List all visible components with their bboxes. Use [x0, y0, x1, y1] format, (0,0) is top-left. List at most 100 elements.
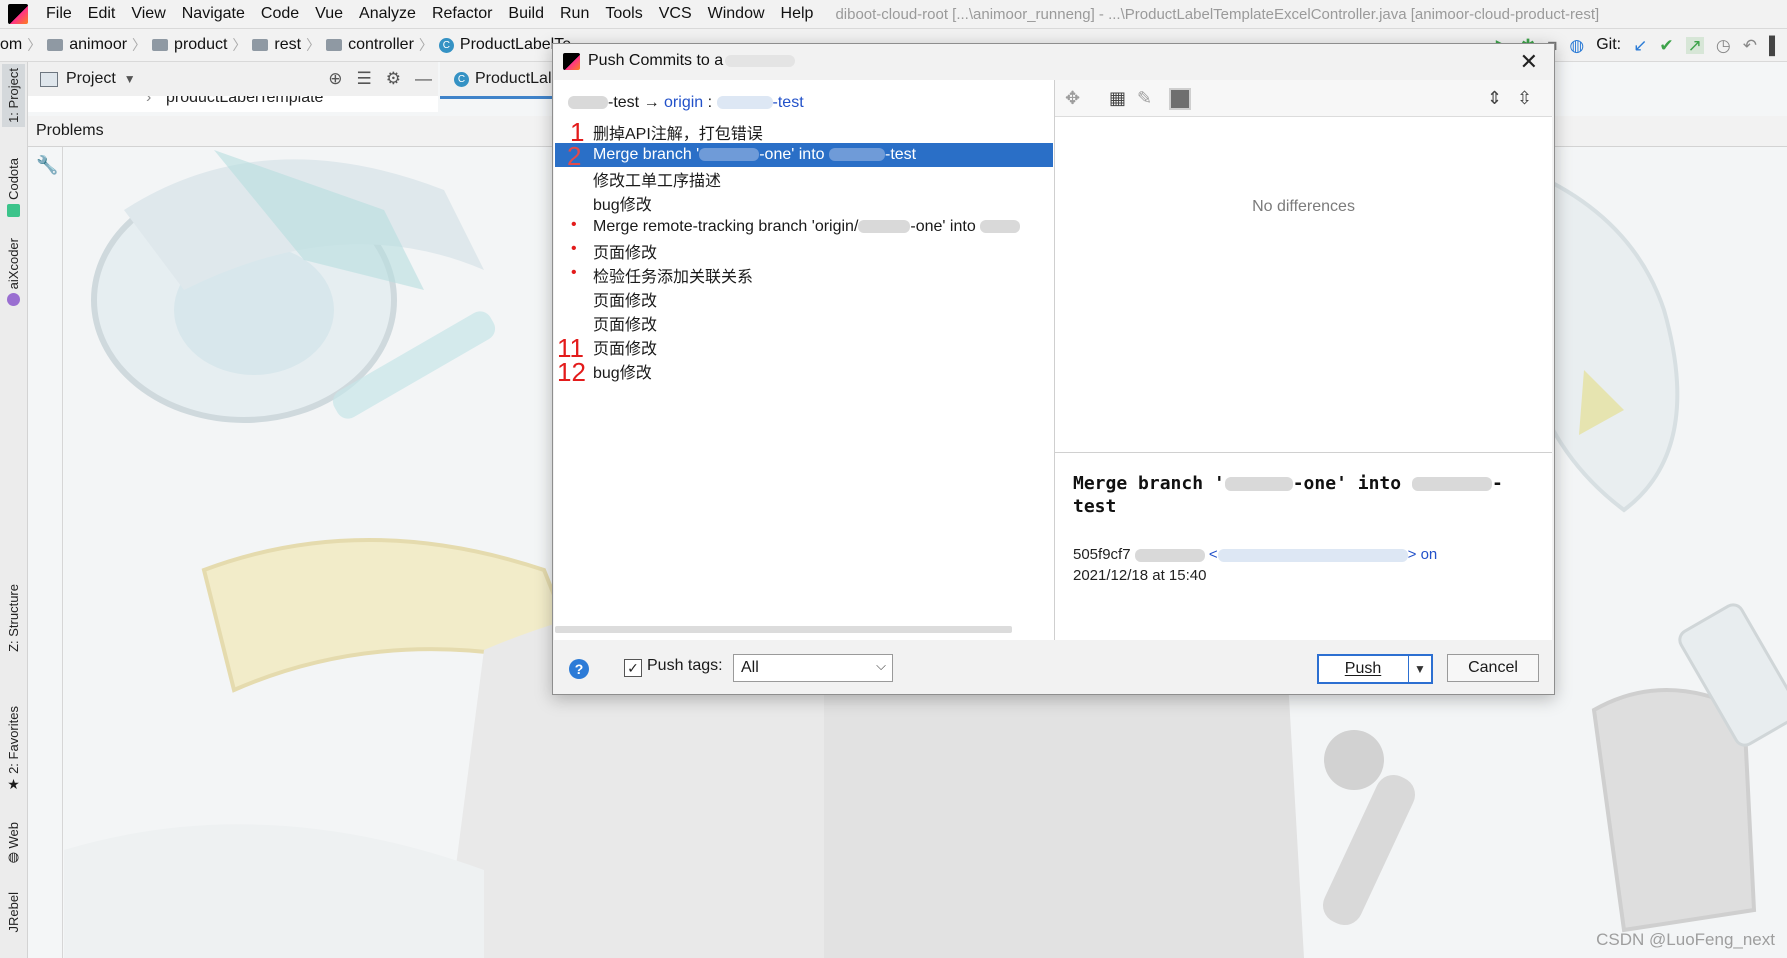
update-project-icon[interactable]: ↙ [1633, 37, 1647, 54]
locate-icon[interactable]: ⊕ [328, 69, 342, 89]
group-by-icon[interactable]: ▦ [1109, 88, 1126, 109]
tool-tab-project[interactable]: 1: Project [2, 64, 25, 127]
watermark: CSDN @LuoFeng_next [1596, 930, 1775, 949]
branch-mapping[interactable]: -test → origin : -test [568, 94, 804, 112]
commit-row[interactable]: bug修改 [555, 191, 1053, 215]
redacted-text [716, 96, 773, 110]
rollback-icon[interactable]: ↶ [1743, 37, 1757, 54]
commit-row[interactable]: 页面修改 [555, 335, 1053, 359]
folder-icon [326, 39, 343, 51]
expand-icon[interactable]: ✥ [1065, 88, 1080, 109]
history-icon[interactable]: ◷ [1716, 37, 1731, 54]
chevron-down-icon[interactable]: ▼ [124, 72, 136, 86]
tool-tab-codota[interactable]: Codota [2, 158, 25, 217]
wrench-icon[interactable]: 🔧 [36, 155, 58, 176]
commit-row[interactable]: • Merge remote-tracking branch 'origin/-… [555, 215, 1053, 239]
collapse-all-icon[interactable]: ⇳ [1517, 88, 1532, 109]
no-differences-text: No differences [1252, 198, 1355, 215]
menu-view[interactable]: View [123, 5, 173, 23]
menu-navigate[interactable]: Navigate [174, 5, 253, 23]
push-options-dropdown[interactable]: ▼ [1408, 656, 1431, 682]
commit-row-selected[interactable]: Merge branch ' -one' into -test [555, 143, 1053, 167]
tool-tab-aixcoder[interactable]: aiXcoder [2, 238, 25, 307]
annotation-number: 2 [567, 141, 582, 171]
cancel-button[interactable]: Cancel [1447, 654, 1539, 682]
folder-icon [152, 39, 169, 51]
expand-all-icon[interactable]: ⇕ [1487, 88, 1502, 109]
folder-icon [47, 39, 64, 51]
commit-row[interactable]: 修改工单工序描述 [555, 167, 1053, 191]
collapse-icon[interactable]: ☰ [357, 69, 372, 89]
problems-title[interactable]: Problems [36, 122, 104, 140]
push-tags-select[interactable]: All ⌵ [733, 654, 893, 682]
breadcrumb-item[interactable]: animoor 〉 [41, 35, 146, 55]
remote-branch[interactable]: -test [773, 94, 804, 111]
redacted-text [980, 220, 1021, 234]
redacted-text [568, 96, 608, 110]
globe-icon[interactable]: ◍ [1569, 37, 1584, 54]
commit-row[interactable]: • 页面修改 [555, 239, 1053, 263]
breadcrumb-item[interactable]: controller 〉 [320, 35, 433, 55]
redacted-text [1411, 477, 1492, 491]
menu-vcs[interactable]: VCS [651, 5, 700, 23]
details-divider[interactable] [1055, 452, 1552, 453]
preview-diff-icon[interactable] [1169, 88, 1191, 115]
menu-code[interactable]: Code [253, 5, 307, 23]
menu-window[interactable]: Window [700, 5, 773, 23]
breadcrumb-item[interactable]: C ProductLabelTe [433, 36, 571, 54]
dialog-footer: ? ✓ Push tags: All ⌵ Push ▼ Cancel [553, 642, 1554, 694]
commit-details-title: Merge branch ' -one' into - test [1073, 473, 1503, 517]
intellij-logo-icon [8, 4, 28, 24]
commit-row[interactable]: 页面修改 [555, 311, 1053, 335]
tool-tab-structure[interactable]: Z: Structure [2, 584, 25, 652]
menu-file[interactable]: File [38, 5, 80, 23]
dialog-title-bar: Push Commits to a ✕ [553, 44, 1554, 78]
editor-tab[interactable]: C ProductLal [440, 62, 560, 99]
breadcrumb-item[interactable]: product 〉 [146, 35, 246, 55]
push-button[interactable]: Push ▼ [1317, 654, 1433, 684]
commit-row[interactable]: 删掉API注解，打包错误 [555, 120, 1053, 144]
push-tags-checkbox[interactable]: ✓ [624, 659, 642, 677]
redacted-text [1134, 548, 1205, 562]
window-title: diboot-cloud-root [...\animoor_runneng] … [835, 5, 1600, 23]
menu-help[interactable]: Help [773, 5, 822, 23]
aixcoder-icon [7, 293, 20, 307]
diff-toolbar: ✥ ▦ ✎ ⇕ ⇳ [1055, 80, 1552, 117]
help-icon[interactable]: ? [569, 659, 589, 679]
close-icon[interactable]: ✕ [1520, 49, 1538, 75]
edit-icon[interactable]: ✎ [1137, 88, 1152, 109]
menu-build[interactable]: Build [500, 5, 552, 23]
menu-run[interactable]: Run [552, 5, 597, 23]
commit-row[interactable]: 页面修改 [555, 287, 1053, 311]
star-icon: ★ [7, 775, 20, 792]
project-tree-item[interactable]: › productLabelTemplate [28, 96, 438, 112]
project-title[interactable]: Project [66, 70, 116, 88]
breadcrumb-prefix[interactable]: om 〉 [0, 35, 41, 55]
commit-icon[interactable]: ✔ [1659, 37, 1673, 54]
chevron-right-icon: › [146, 96, 152, 106]
panel-icon[interactable]: ▌ [1769, 37, 1781, 54]
breadcrumb-item[interactable]: rest 〉 [246, 35, 320, 55]
class-icon: C [454, 71, 469, 87]
menu-vue[interactable]: Vue [307, 5, 351, 23]
intellij-logo-icon [563, 52, 580, 70]
menu-refactor[interactable]: Refactor [424, 5, 500, 23]
redacted-text [699, 148, 760, 162]
commit-row[interactable]: • 检验任务添加关联关系 [555, 263, 1053, 287]
gear-icon[interactable]: ⚙ [386, 69, 401, 89]
tool-tab-web[interactable]: Web ◍ [2, 822, 25, 865]
redacted-text [1217, 548, 1408, 562]
commit-row[interactable]: bug修改 [555, 359, 1053, 383]
remote-name[interactable]: origin [664, 94, 703, 111]
minimize-icon[interactable]: — [415, 69, 432, 89]
menu-analyze[interactable]: Analyze [351, 5, 424, 23]
codota-icon [7, 203, 20, 217]
dialog-title: Push Commits to a [588, 52, 724, 69]
menu-tools[interactable]: Tools [597, 5, 650, 23]
push-icon[interactable]: ↗ [1685, 36, 1704, 54]
tool-tab-jrebel[interactable]: JRebel [2, 892, 25, 932]
horizontal-scrollbar[interactable] [555, 626, 1012, 633]
menu-edit[interactable]: Edit [80, 5, 124, 23]
tool-tab-favorites[interactable]: 2: Favorites ★ [2, 706, 25, 793]
git-label: Git: [1596, 36, 1622, 53]
